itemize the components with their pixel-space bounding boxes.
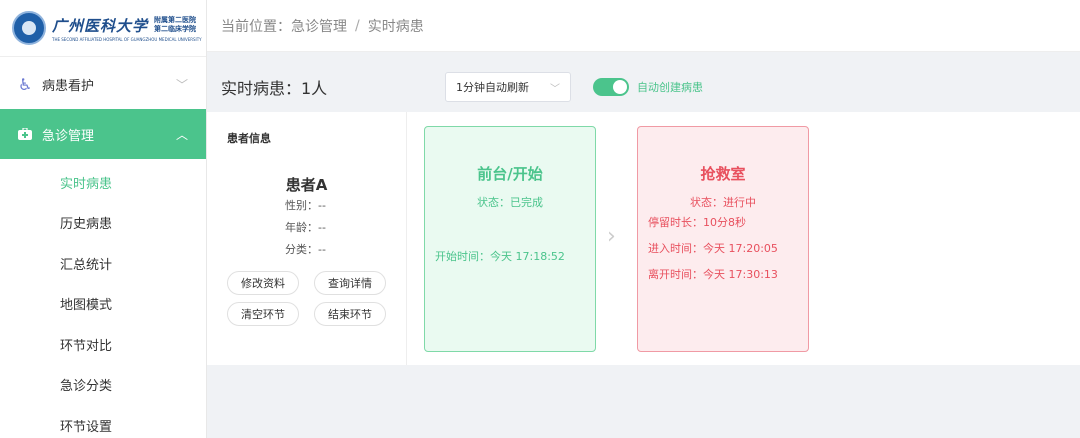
stage-card-resuscitation[interactable]: 抢救室 状态：进行中 停留时长：10分8秒 进入时间：今天 17:20:05 离…: [637, 126, 809, 352]
stage-status: 状态：进行中: [690, 196, 756, 209]
stage-enter-time: 进入时间：今天 17:20:05: [648, 242, 778, 255]
edit-info-button[interactable]: 修改资料: [227, 271, 299, 295]
sidebar-group-emergency[interactable]: 急诊管理 ︿: [0, 109, 206, 159]
sidebar-item-stage-settings[interactable]: 环节设置: [0, 405, 206, 438]
sidebar-item-history-patients[interactable]: 历史病患: [0, 203, 206, 244]
view-detail-button[interactable]: 查询详情: [314, 271, 386, 295]
logo-name: 广州医科大学: [52, 16, 149, 35]
stage-status: 状态：已完成: [477, 196, 543, 209]
sidebar-group-patient-care[interactable]: ♿ 病患看护 ﹀: [0, 59, 206, 109]
breadcrumb-separator: /: [355, 17, 360, 34]
breadcrumb: 当前位置： 急诊管理 / 实时病患: [207, 0, 1080, 52]
stage-card-reception[interactable]: 前台/开始 状态：已完成 开始时间：今天 17:18:52: [424, 126, 596, 352]
stage-start-time: 开始时间：今天 17:18:52: [435, 250, 565, 263]
patient-age: 年龄：--: [285, 221, 326, 234]
stage-title: 抢救室: [700, 165, 746, 183]
patient-count: 实时病患：1人: [221, 79, 328, 98]
sidebar-item-stage-compare[interactable]: 环节对比: [0, 324, 206, 365]
refresh-select-value: 1分钟自动刷新: [456, 81, 529, 94]
breadcrumb-item-current: 实时病患: [367, 18, 424, 35]
clear-stage-button[interactable]: 清空环节: [227, 302, 299, 326]
toolbar: 实时病患：1人 1分钟自动刷新 ﹀ 自动创建病患: [207, 62, 1080, 112]
toggle-knob: [613, 80, 627, 94]
sidebar-item-summary-stats[interactable]: 汇总统计: [0, 243, 206, 284]
patient-info-heading: 患者信息: [227, 132, 271, 145]
sidebar-item-realtime-patients[interactable]: 实时病患: [0, 162, 206, 203]
patient-name: 患者A: [285, 176, 328, 194]
chevron-down-icon: ﹀: [550, 83, 560, 95]
sidebar-group-label: 病患看护: [42, 78, 95, 94]
breadcrumb-item-emergency[interactable]: 急诊管理: [291, 16, 347, 36]
hospital-seal-icon: [12, 11, 46, 45]
breadcrumb-prefix: 当前位置：: [221, 18, 291, 35]
sidebar-item-emergency-category[interactable]: 急诊分类: [0, 365, 206, 406]
logo-sub-line2: 第二临床学院: [154, 25, 197, 33]
wheelchair-icon: ♿: [18, 74, 33, 94]
sidebar-group-label: 急诊管理: [42, 128, 95, 144]
refresh-interval-select[interactable]: 1分钟自动刷新 ﹀: [445, 72, 571, 102]
logo-sub-line1: 附属第二医院: [154, 16, 197, 24]
auto-create-toggle[interactable]: [593, 78, 629, 96]
chevron-right-icon: ›: [607, 224, 616, 249]
patient-info-panel: 患者信息 患者A 性别：-- 年龄：-- 分类：-- 修改资料 查询详情 清空环…: [207, 112, 407, 365]
hospital-logo: 广州医科大学 附属第二医院 第二临床学院 THE SECOND AFFILIAT…: [0, 0, 206, 57]
sidebar: 广州医科大学 附属第二医院 第二临床学院 THE SECOND AFFILIAT…: [0, 0, 207, 438]
patient-gender: 性别：--: [285, 199, 326, 212]
sidebar-item-map-mode[interactable]: 地图模式: [0, 284, 206, 325]
stage-flow: 前台/开始 状态：已完成 开始时间：今天 17:18:52 › 抢救室 状态：进…: [407, 112, 1080, 365]
logo-english: THE SECOND AFFILIATED HOSPITAL OF GUANGZ…: [52, 36, 202, 42]
auto-create-label: 自动创建病患: [637, 81, 703, 94]
stage-leave-time: 离开时间：今天 17:30:13: [648, 268, 778, 281]
patient-card: 患者信息 患者A 性别：-- 年龄：-- 分类：-- 修改资料 查询详情 清空环…: [207, 112, 1080, 365]
stage-duration: 停留时长：10分8秒: [648, 216, 746, 229]
chevron-down-icon: ﹀: [175, 77, 188, 92]
end-stage-button[interactable]: 结束环节: [314, 302, 386, 326]
patient-category: 分类：--: [285, 243, 326, 256]
stage-title: 前台/开始: [477, 165, 543, 183]
chevron-up-icon: ︿: [175, 127, 188, 142]
medical-kit-icon: [18, 125, 36, 144]
